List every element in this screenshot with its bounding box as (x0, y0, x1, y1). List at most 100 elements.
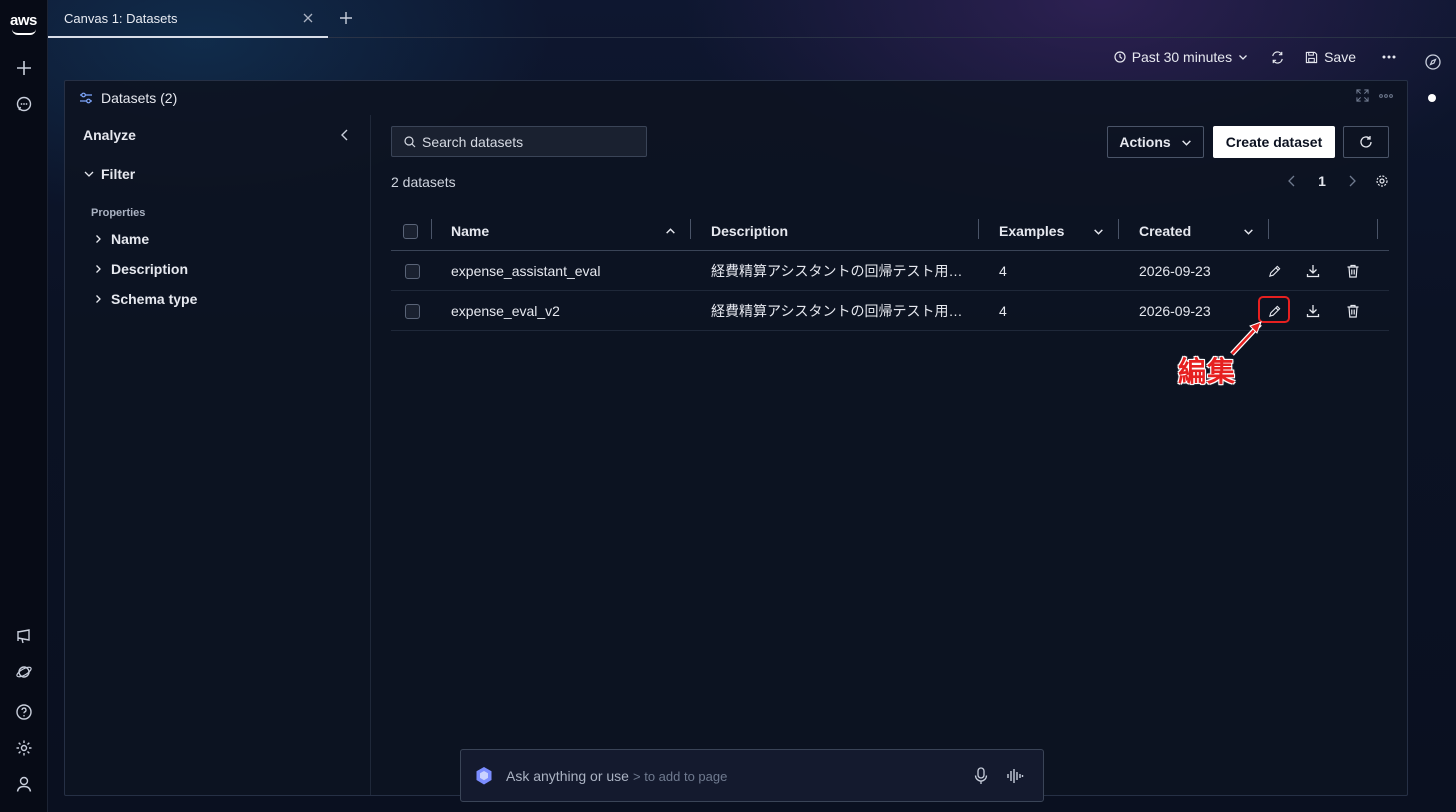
ask-placeholder: Ask anything or use (506, 768, 629, 784)
plus-icon (340, 12, 352, 24)
table-header: Name Description Examples Created (391, 211, 1389, 251)
create-dataset-button[interactable]: Create dataset (1213, 126, 1335, 158)
table-row: expense_assistant_eval 経費精算アシスタントの回帰テスト用… (391, 251, 1389, 291)
chevron-right-icon (96, 265, 101, 273)
chevron-right-icon (96, 235, 101, 243)
dataset-name-link[interactable]: expense_eval_v2 (451, 291, 560, 331)
trash-icon[interactable] (1344, 302, 1362, 320)
dataset-examples: 4 (999, 263, 1007, 279)
column-description[interactable]: Description (711, 211, 788, 251)
tab-canvas-1[interactable]: Canvas 1: Datasets (48, 0, 328, 38)
search-icon (404, 135, 416, 147)
column-name[interactable]: Name (451, 211, 489, 251)
download-icon[interactable] (1304, 262, 1322, 280)
collapse-sidebar-button[interactable] (337, 127, 353, 143)
chevron-right-icon (1349, 175, 1356, 187)
table-settings-button[interactable] (1367, 174, 1397, 188)
filter-property-schema-type[interactable]: Schema type (93, 291, 197, 307)
user-icon[interactable] (12, 772, 36, 796)
dataset-created: 2026-09-23 (1139, 263, 1211, 279)
sort-ascending-icon[interactable] (665, 211, 676, 251)
dataset-count: 2 datasets (391, 174, 456, 190)
row-checkbox[interactable] (405, 251, 420, 291)
more-icon[interactable] (1379, 89, 1393, 105)
filter-property-label: Schema type (111, 291, 198, 307)
filter-label: Filter (101, 166, 136, 182)
save-button[interactable]: Save (1305, 49, 1356, 65)
refresh-button[interactable] (1270, 50, 1285, 65)
chevron-down-icon[interactable] (1093, 211, 1104, 251)
search-input[interactable] (422, 133, 642, 150)
analyze-heading: Analyze (83, 127, 136, 143)
actions-label: Actions (1119, 134, 1171, 150)
filter-toggle[interactable]: Filter (83, 166, 135, 182)
prev-page-button[interactable] (1277, 175, 1307, 187)
assistant-logo-icon (476, 767, 492, 785)
page-indicator-dot[interactable] (1428, 94, 1436, 102)
trash-icon[interactable] (1344, 262, 1362, 280)
time-range-picker[interactable]: Past 30 minutes (1114, 49, 1248, 65)
refresh-button[interactable] (1343, 126, 1389, 158)
current-page[interactable]: 1 (1307, 173, 1337, 189)
dataset-name-link[interactable]: expense_assistant_eval (451, 251, 600, 291)
download-icon[interactable] (1304, 302, 1322, 320)
dataset-examples: 4 (999, 303, 1007, 319)
close-icon[interactable] (300, 10, 316, 26)
datasets-table: Name Description Examples Created expens… (391, 211, 1389, 331)
clock-icon (1114, 51, 1126, 63)
filter-property-label: Name (111, 231, 150, 247)
dataset-created: 2026-09-23 (1139, 303, 1211, 319)
chevron-down-icon[interactable] (1243, 211, 1254, 251)
megaphone-icon[interactable] (12, 624, 36, 648)
dataset-description: 経費精算アシスタントの回帰テスト用… (711, 303, 963, 319)
gear-icon (1376, 175, 1388, 187)
panel-header: Datasets (2) (65, 81, 1407, 115)
dataset-description: 経費精算アシスタントの回帰テスト用… (711, 263, 963, 279)
filter-property-name[interactable]: Name (93, 231, 149, 247)
chevron-left-icon (1288, 175, 1295, 187)
chevron-left-icon (341, 129, 348, 141)
chat-icon[interactable] (12, 92, 36, 116)
column-created[interactable]: Created (1139, 211, 1191, 251)
ask-hint: > to add to page (633, 769, 728, 784)
panel-title: Datasets (2) (101, 90, 178, 106)
waveform-icon[interactable] (1006, 767, 1024, 785)
time-range-label: Past 30 minutes (1131, 49, 1233, 65)
select-all-checkbox[interactable] (403, 211, 418, 251)
actions-button[interactable]: Actions (1107, 126, 1204, 158)
left-rail: aws (0, 0, 48, 812)
pagination: 1 (1277, 173, 1397, 189)
next-page-button[interactable] (1337, 175, 1367, 187)
column-examples[interactable]: Examples (999, 211, 1064, 251)
refresh-icon (1272, 50, 1283, 64)
filter-sliders-icon (79, 91, 93, 105)
filter-property-label: Description (111, 261, 189, 277)
save-icon (1305, 51, 1318, 63)
refresh-icon (1360, 136, 1372, 148)
mic-icon[interactable] (973, 767, 989, 785)
edit-icon[interactable] (1265, 262, 1283, 280)
row-checkbox[interactable] (405, 291, 420, 331)
add-tab-button[interactable] (336, 8, 356, 28)
datasets-main: Actions Create dataset 2 datasets 1 Na (371, 115, 1407, 795)
search-box[interactable] (391, 126, 647, 157)
datasets-panel: Datasets (2) Analyze Filter Properties N… (64, 80, 1408, 796)
planet-icon[interactable] (12, 660, 36, 684)
save-label: Save (1324, 49, 1356, 65)
tab-title: Canvas 1: Datasets (64, 10, 178, 26)
tab-bar: Canvas 1: Datasets (48, 0, 1456, 38)
expand-icon[interactable] (1356, 89, 1369, 105)
chevron-down-icon (84, 171, 94, 177)
compass-icon[interactable] (1424, 53, 1442, 71)
edit-annotation-label: 編集 (1178, 355, 1237, 388)
aws-logo[interactable]: aws (10, 13, 38, 36)
help-icon[interactable] (12, 700, 36, 724)
ask-bar[interactable]: Ask anything or use > to add to page (460, 749, 1044, 802)
analyze-sidebar: Analyze Filter Properties Name Descripti… (65, 115, 371, 795)
plus-icon[interactable] (12, 56, 36, 80)
properties-heading: Properties (91, 207, 146, 219)
chevron-down-icon (1239, 55, 1248, 60)
gear-icon[interactable] (12, 736, 36, 760)
more-icon[interactable] (1382, 55, 1396, 59)
filter-property-description[interactable]: Description (93, 261, 188, 277)
